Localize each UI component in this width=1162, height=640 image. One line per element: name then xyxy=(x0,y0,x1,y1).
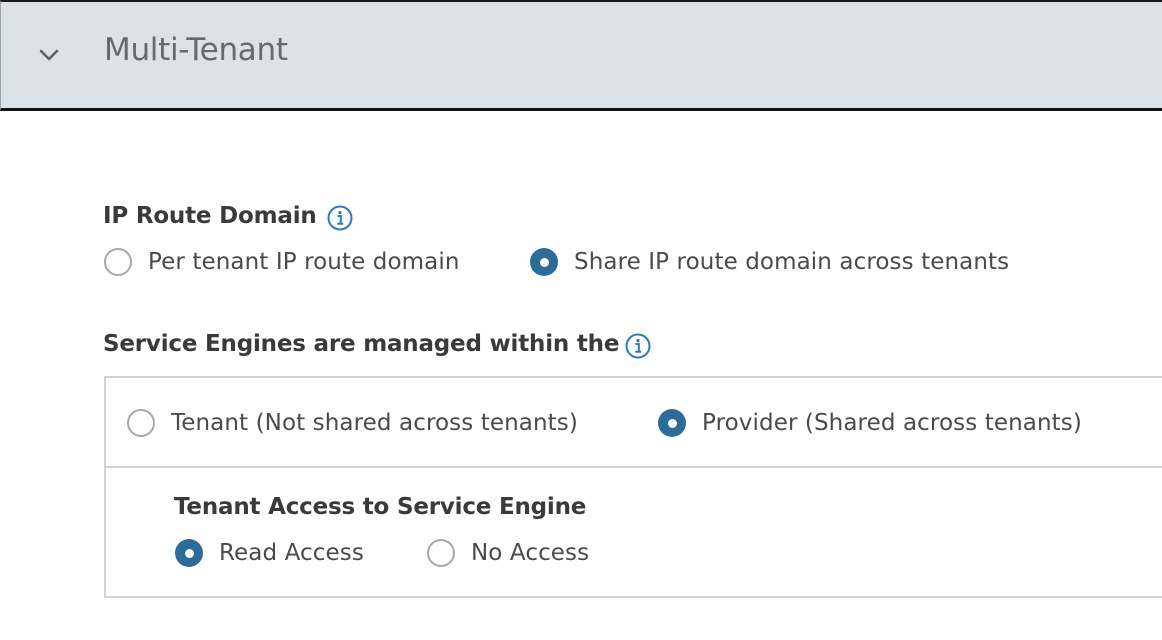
radio-label: Read Access xyxy=(219,540,364,566)
radio-label: Per tenant IP route domain xyxy=(148,249,460,275)
radio-tenant-not-shared[interactable]: Tenant (Not shared across tenants) xyxy=(127,409,578,437)
radio-label: Tenant (Not shared across tenants) xyxy=(171,410,578,436)
info-icon[interactable] xyxy=(327,205,353,231)
tenant-access-label: Tenant Access to Service Engine xyxy=(174,494,587,520)
radio-button[interactable] xyxy=(104,248,132,276)
radio-per-tenant-ip-route-domain[interactable]: Per tenant IP route domain xyxy=(104,248,460,276)
service-engines-managed-label: Service Engines are managed within the xyxy=(103,331,620,357)
chevron-down-icon[interactable] xyxy=(35,40,63,68)
service-engine-options-box: Tenant (Not shared across tenants) Provi… xyxy=(104,376,1162,598)
ip-route-domain-label: IP Route Domain xyxy=(103,203,317,229)
radio-button[interactable] xyxy=(427,539,455,567)
radio-button[interactable] xyxy=(127,409,155,437)
multi-tenant-section-header[interactable]: Multi-Tenant xyxy=(0,0,1162,111)
radio-provider-shared[interactable]: Provider (Shared across tenants) xyxy=(658,409,1082,437)
radio-label: Provider (Shared across tenants) xyxy=(702,410,1082,436)
radio-label: No Access xyxy=(471,540,590,566)
radio-read-access[interactable]: Read Access xyxy=(175,539,364,567)
divider xyxy=(106,466,1162,468)
radio-share-ip-route-domain[interactable]: Share IP route domain across tenants xyxy=(530,248,1009,276)
info-icon[interactable] xyxy=(625,333,651,359)
radio-button-selected[interactable] xyxy=(658,409,686,437)
radio-no-access[interactable]: No Access xyxy=(427,539,589,567)
section-title: Multi-Tenant xyxy=(104,32,288,68)
radio-label: Share IP route domain across tenants xyxy=(574,249,1010,275)
radio-button-selected[interactable] xyxy=(530,248,558,276)
radio-button-selected[interactable] xyxy=(175,539,203,567)
